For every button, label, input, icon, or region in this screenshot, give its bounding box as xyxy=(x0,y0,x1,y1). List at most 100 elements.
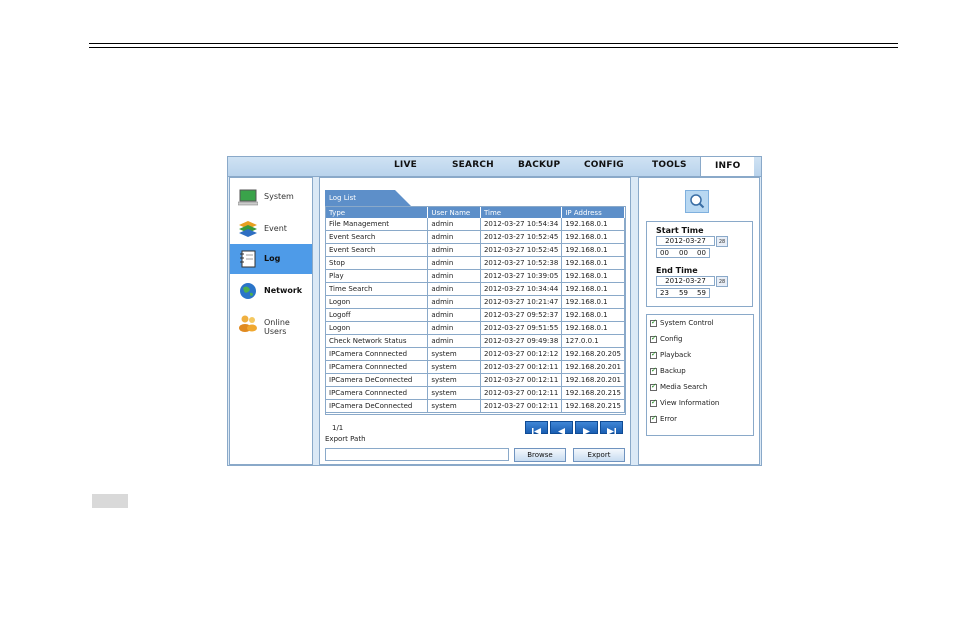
table-row[interactable]: IPCamera DeConnected system 2012-03-27 00:… xyxy=(326,373,625,387)
table-cell: 192.168.20.201 xyxy=(561,373,625,387)
table-cell: 192.168.20.215 xyxy=(561,399,625,413)
table-cell: 192.168.20.215 xyxy=(561,386,625,400)
checkbox[interactable]: ✓ xyxy=(650,398,657,407)
table-row[interactable]: Play admin 2012-03-27 10:39:05 192.168.0.1 xyxy=(326,269,625,283)
table-cell: Logon xyxy=(326,295,429,309)
checkbox[interactable]: ✓ xyxy=(650,350,657,359)
check-icon: ✓ xyxy=(651,366,657,374)
dvr-client-window: LIVE SEARCH BACKUP CONFIG TOOLS INFO Sys… xyxy=(227,156,762,466)
prev-page-button[interactable] xyxy=(550,421,573,435)
table-cell: 127.0.0.1 xyxy=(561,334,625,348)
table-cell: 2012-03-27 09:49:38 xyxy=(480,334,563,348)
export-path-input[interactable] xyxy=(325,448,509,461)
table-cell: 192.168.0.1 xyxy=(561,308,625,322)
first-page-button[interactable] xyxy=(525,421,548,435)
table-cell: Logon xyxy=(326,321,429,335)
table-cell: system xyxy=(427,386,481,400)
nav-config[interactable]: CONFIG xyxy=(584,160,624,170)
checkbox[interactable]: ✓ xyxy=(650,414,657,423)
table-row[interactable]: IPCamera Connnected system 2012-03-27 00:1… xyxy=(326,360,625,374)
table-cell: 2012-03-27 10:39:05 xyxy=(480,269,563,283)
table-cell: Event Search xyxy=(326,243,429,257)
table-row[interactable]: Logon admin 2012-03-27 10:21:47 192.168.0.1 xyxy=(326,295,625,309)
table-row[interactable]: File Management admin 2012-03-27 10:54:34 1… xyxy=(326,218,625,231)
table-cell: 2012-03-27 10:52:45 xyxy=(480,243,563,257)
table-cell: IPCamera DeConnected xyxy=(326,399,429,413)
checkbox[interactable]: ✓ xyxy=(650,318,657,327)
sidebar-item-label: Event xyxy=(264,224,287,233)
table-cell: admin xyxy=(427,295,481,309)
log-type-filters: ✓ System Control ✓ Config ✓ Playback ✓ B… xyxy=(646,314,754,436)
table-row[interactable]: IPCamera Connnected system 2012-03-27 00:1… xyxy=(326,347,625,361)
magnifier-icon xyxy=(690,194,705,209)
highlight-block xyxy=(92,494,128,508)
browse-button[interactable]: Browse xyxy=(514,448,566,462)
globe-icon xyxy=(240,283,256,299)
table-cell: 2012-03-27 10:34:44 xyxy=(480,282,563,296)
table-cell: admin xyxy=(427,230,481,244)
table-row[interactable]: Logoff admin 2012-03-27 09:52:37 192.168.0.… xyxy=(326,308,625,322)
export-button[interactable]: Export xyxy=(573,448,625,462)
column-header-time[interactable]: Time xyxy=(480,207,563,218)
next-page-icon xyxy=(583,428,590,435)
nav-live[interactable]: LIVE xyxy=(394,160,417,170)
table-cell: system xyxy=(427,347,481,361)
table-row[interactable]: Time Search admin 2012-03-27 10:34:44 192.1… xyxy=(326,282,625,296)
sidebar-item-system[interactable]: System xyxy=(230,182,312,212)
nav-tools[interactable]: TOOLS xyxy=(652,160,687,170)
time-range-box: Start Time 2012-03-27 28 00 00 00 End Ti… xyxy=(646,221,753,307)
log-table: Type User Name Time IP Address File Mana… xyxy=(325,206,626,415)
table-cell: 2012-03-27 00:12:11 xyxy=(480,386,563,400)
table-cell: 192.168.20.205 xyxy=(561,347,625,361)
next-page-button[interactable] xyxy=(575,421,598,435)
checkbox[interactable]: ✓ xyxy=(650,382,657,391)
filter-panel: Start Time 2012-03-27 28 00 00 00 End Ti… xyxy=(638,177,760,465)
start-calendar-icon[interactable]: 28 xyxy=(716,236,728,247)
end-hour: 23 xyxy=(660,289,669,297)
nav-info[interactable]: INFO xyxy=(700,157,755,176)
table-cell: 192.168.0.1 xyxy=(561,269,625,283)
checkbox-label: Error xyxy=(660,415,678,423)
checkbox[interactable]: ✓ xyxy=(650,334,657,343)
check-icon: ✓ xyxy=(651,350,657,358)
sidebar-item-label: Online Users xyxy=(264,318,290,336)
tab-log-list[interactable]: Log List xyxy=(325,190,411,206)
table-row[interactable]: Check Network Status admin 2012-03-27 09:4… xyxy=(326,334,625,348)
end-date-field[interactable]: 2012-03-27 xyxy=(656,276,715,286)
table-cell: 192.168.0.1 xyxy=(561,243,625,257)
column-header-user[interactable]: User Name xyxy=(427,207,481,218)
sidebar-item-label: Log xyxy=(264,254,281,263)
top-navigation: LIVE SEARCH BACKUP CONFIG TOOLS INFO xyxy=(228,157,761,177)
nav-backup[interactable]: BACKUP xyxy=(518,160,560,170)
table-cell: 2012-03-27 09:51:55 xyxy=(480,321,563,335)
sidebar-item-network[interactable]: Network xyxy=(230,276,312,306)
start-date-field[interactable]: 2012-03-27 xyxy=(656,236,715,246)
table-row[interactable]: Event Search admin 2012-03-27 10:52:45 192.… xyxy=(326,230,625,244)
nav-search[interactable]: SEARCH xyxy=(452,160,494,170)
table-cell: Play xyxy=(326,269,429,283)
start-second: 00 xyxy=(697,249,706,257)
last-page-button[interactable] xyxy=(600,421,623,435)
start-time-field[interactable]: 00 00 00 xyxy=(656,248,710,258)
table-row[interactable]: Event Search admin 2012-03-27 10:52:45 192.… xyxy=(326,243,625,257)
end-time-field[interactable]: 23 59 59 xyxy=(656,288,710,298)
sidebar-item-online-users[interactable]: Online Users xyxy=(230,308,312,338)
table-cell: admin xyxy=(427,218,481,231)
column-header-ip[interactable]: IP Address xyxy=(561,207,625,218)
search-button[interactable] xyxy=(685,190,709,213)
table-row[interactable]: Logon admin 2012-03-27 09:51:55 192.168.0.1 xyxy=(326,321,625,335)
sidebar-item-log[interactable]: Log xyxy=(230,244,312,274)
check-icon: ✓ xyxy=(651,414,657,422)
table-row[interactable]: Stop admin 2012-03-27 10:52:38 192.168.0.1 xyxy=(326,256,625,270)
end-calendar-icon[interactable]: 28 xyxy=(716,276,728,287)
sidebar-item-event[interactable]: Event xyxy=(230,214,312,244)
table-cell: 192.168.20.201 xyxy=(561,360,625,374)
column-header-type[interactable]: Type xyxy=(326,207,429,218)
table-row[interactable]: IPCamera Connnected system 2012-03-27 00:1… xyxy=(326,386,625,400)
checkbox-label: Backup xyxy=(660,367,686,375)
checkbox[interactable]: ✓ xyxy=(650,366,657,375)
table-row[interactable]: IPCamera DeConnected system 2012-03-27 00:… xyxy=(326,399,625,413)
checkbox-label: Config xyxy=(660,335,683,343)
checkbox-label: System Control xyxy=(660,319,714,327)
table-cell: 192.168.0.1 xyxy=(561,282,625,296)
